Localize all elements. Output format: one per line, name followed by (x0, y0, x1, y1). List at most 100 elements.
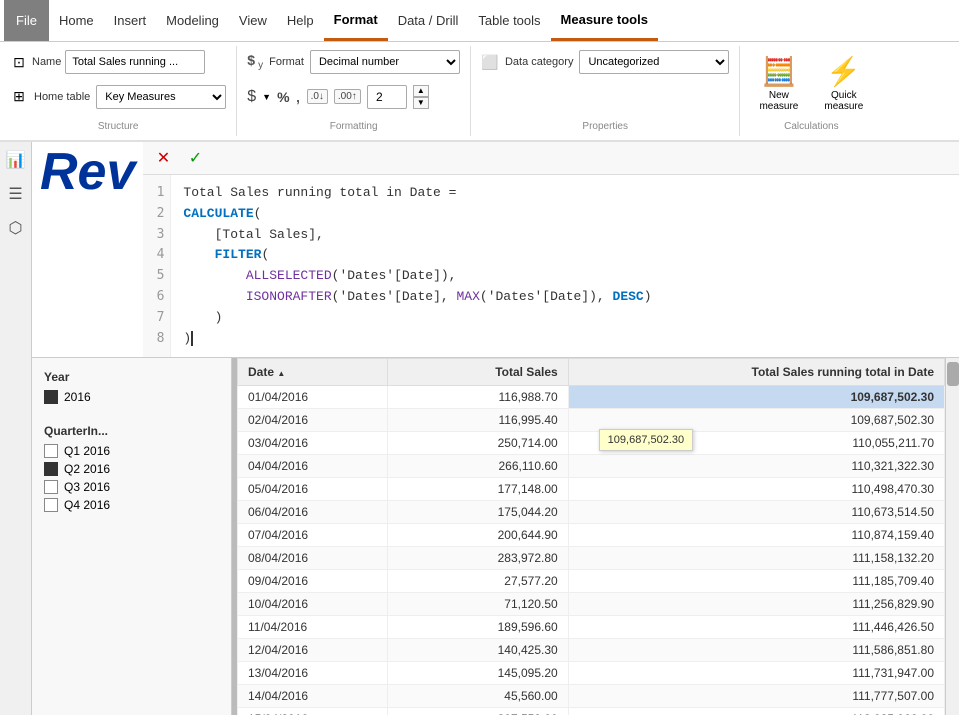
q2-2016-checkbox[interactable]: Q2 2016 (44, 462, 219, 476)
q2-label: Q2 2016 (64, 462, 110, 476)
menu-modeling[interactable]: Modeling (156, 0, 229, 41)
name-label: Name (32, 56, 61, 68)
new-measure-icon: 🧮 (761, 55, 796, 88)
calculations-label: Calculations (750, 119, 872, 132)
formatting-row1: $ y Format Decimal number (247, 50, 460, 74)
cell-running-total: 111,185,709.40 (568, 570, 944, 593)
cell-date: 12/04/2016 (238, 639, 388, 662)
table-row: 15/04/2016307,559.00112,085,066.00 (238, 708, 945, 715)
datacategory-select[interactable]: Uncategorized (579, 50, 729, 74)
col-date[interactable]: Date ▲ (238, 359, 388, 386)
menu-table-tools[interactable]: Table tools (468, 0, 550, 41)
formula-confirm-button[interactable]: ✓ (183, 146, 207, 170)
name-icon: ⊡ (10, 53, 28, 71)
structure-label: Structure (10, 119, 226, 132)
cell-running-total: 110,498,470.30 (568, 478, 944, 501)
cell-running-total: 112,085,066.00 (568, 708, 944, 715)
menu-file[interactable]: File (4, 0, 49, 41)
bottom-data-area: Year 2016 QuarterIn... Q1 2016 Q2 2016 (32, 358, 959, 715)
line-num-6: 6 (149, 287, 164, 308)
model-view-icon[interactable]: ⬡ (9, 218, 23, 238)
menu-measure-tools[interactable]: Measure tools (551, 0, 658, 41)
line-num-3: 3 (149, 225, 164, 246)
report-view-icon[interactable]: 📊 (6, 150, 26, 170)
formula-code[interactable]: Total Sales running total in Date = CALC… (171, 175, 959, 357)
table-scrollbar[interactable] (945, 358, 959, 715)
cell-running-total: 111,256,829.90 (568, 593, 944, 616)
scrollbar-thumb[interactable] (947, 362, 959, 386)
ribbon-formatting-section: $ y Format Decimal number $ ▼ % , .0↓ .0… (237, 46, 471, 136)
formula-line-7: ) (183, 308, 947, 329)
ribbon-properties-section: ⬜ Data category Uncategorized Properties (471, 46, 740, 136)
ribbon-structure-top: ⊡ Name (10, 50, 226, 74)
q1-label: Q1 2016 (64, 444, 110, 458)
formatting-row2: $ ▼ % , .0↓ .00↑ ▲ ▼ (247, 85, 460, 109)
q4-2016-checkbox[interactable]: Q4 2016 (44, 498, 219, 512)
q3-2016-checkbox[interactable]: Q3 2016 (44, 480, 219, 494)
col-running-total[interactable]: Total Sales running total in Date (568, 359, 944, 386)
year-2016-checkbox-icon (44, 390, 58, 404)
quick-measure-button[interactable]: ⚡ Quick measure (815, 50, 872, 117)
datacategory-label: Data category (505, 56, 573, 68)
table-row: 02/04/2016116,995.40109,687,502.30109,68… (238, 409, 945, 432)
dollar-prefix: $ (247, 52, 255, 68)
formula-line-6: ISONORAFTER('Dates'[Date], MAX('Dates'[D… (183, 287, 947, 308)
menu-view[interactable]: View (229, 0, 277, 41)
format-select[interactable]: Decimal number (310, 50, 460, 74)
table-row: 01/04/2016116,988.70109,687,502.30 (238, 386, 945, 409)
formula-line-4: FILTER( (183, 245, 947, 266)
menu-help[interactable]: Help (277, 0, 324, 41)
new-measure-button[interactable]: 🧮 New measure (750, 50, 807, 117)
quarter-filter-title: QuarterIn... (44, 424, 219, 438)
cell-total-sales: 116,988.70 (387, 386, 568, 409)
year-2016-checkbox[interactable]: 2016 (44, 390, 219, 404)
decimal-up[interactable]: ▲ (413, 85, 429, 97)
menu-home[interactable]: Home (49, 0, 104, 41)
menu-data-drill[interactable]: Data / Drill (388, 0, 469, 41)
ribbon-hometable-row: ⊞ Home table Key Measures (10, 85, 226, 109)
cell-total-sales: 283,972.80 (387, 547, 568, 570)
data-view-icon[interactable]: ☰ (8, 184, 22, 204)
dollar-button[interactable]: $ (247, 88, 256, 106)
dropdown-arrow-dollar[interactable]: ▼ (262, 92, 271, 102)
decimal-places-input[interactable] (367, 85, 407, 109)
cell-date: 13/04/2016 (238, 662, 388, 685)
ribbon-calculations-section: 🧮 New measure ⚡ Quick measure Calculatio… (740, 46, 882, 136)
hometable-select[interactable]: Key Measures (96, 85, 226, 109)
formula-cancel-button[interactable]: ✕ (151, 146, 175, 170)
table-row: 10/04/201671,120.50111,256,829.90 (238, 593, 945, 616)
q3-checkbox-icon (44, 480, 58, 494)
tooltip-popup: 109,687,502.30 (599, 429, 693, 451)
q1-2016-checkbox[interactable]: Q1 2016 (44, 444, 219, 458)
table-row: 03/04/2016250,714.00110,055,211.70 (238, 432, 945, 455)
decimal-down[interactable]: ▼ (413, 97, 429, 109)
calc-buttons-row: 🧮 New measure ⚡ Quick measure (750, 50, 872, 117)
cell-total-sales: 145,095.20 (387, 662, 568, 685)
increase-decimal-button[interactable]: .00↑ (334, 89, 361, 104)
decrease-decimal-button[interactable]: .0↓ (307, 89, 328, 104)
year-filter-title: Year (44, 370, 219, 384)
comma-button[interactable]: , (296, 86, 301, 107)
cell-date: 11/04/2016 (238, 616, 388, 639)
data-table: Date ▲ Total Sales Total Sales running t… (237, 358, 945, 715)
col-total-sales[interactable]: Total Sales (387, 359, 568, 386)
table-body: 01/04/2016116,988.70109,687,502.3002/04/… (238, 386, 945, 715)
table-row: 12/04/2016140,425.30111,586,851.80 (238, 639, 945, 662)
cell-total-sales: 200,644.90 (387, 524, 568, 547)
menu-insert[interactable]: Insert (104, 0, 157, 41)
cell-running-total: 111,777,507.00 (568, 685, 944, 708)
table-row: 09/04/201627,577.20111,185,709.40 (238, 570, 945, 593)
formula-toolbar: ✕ ✓ (143, 142, 959, 175)
cell-date: 01/04/2016 (238, 386, 388, 409)
rev-logo: Rev (32, 142, 143, 357)
left-sidebar: 📊 ☰ ⬡ (0, 142, 32, 715)
menu-bar: File Home Insert Modeling View Help Form… (0, 0, 959, 42)
cell-date: 09/04/2016 (238, 570, 388, 593)
table-row: 08/04/2016283,972.80111,158,132.20 (238, 547, 945, 570)
name-input[interactable] (65, 50, 205, 74)
percent-button[interactable]: % (277, 89, 289, 105)
cell-total-sales: 116,995.40 (387, 409, 568, 432)
menu-format[interactable]: Format (324, 0, 388, 41)
table-row: 13/04/2016145,095.20111,731,947.00 (238, 662, 945, 685)
cell-total-sales: 175,044.20 (387, 501, 568, 524)
